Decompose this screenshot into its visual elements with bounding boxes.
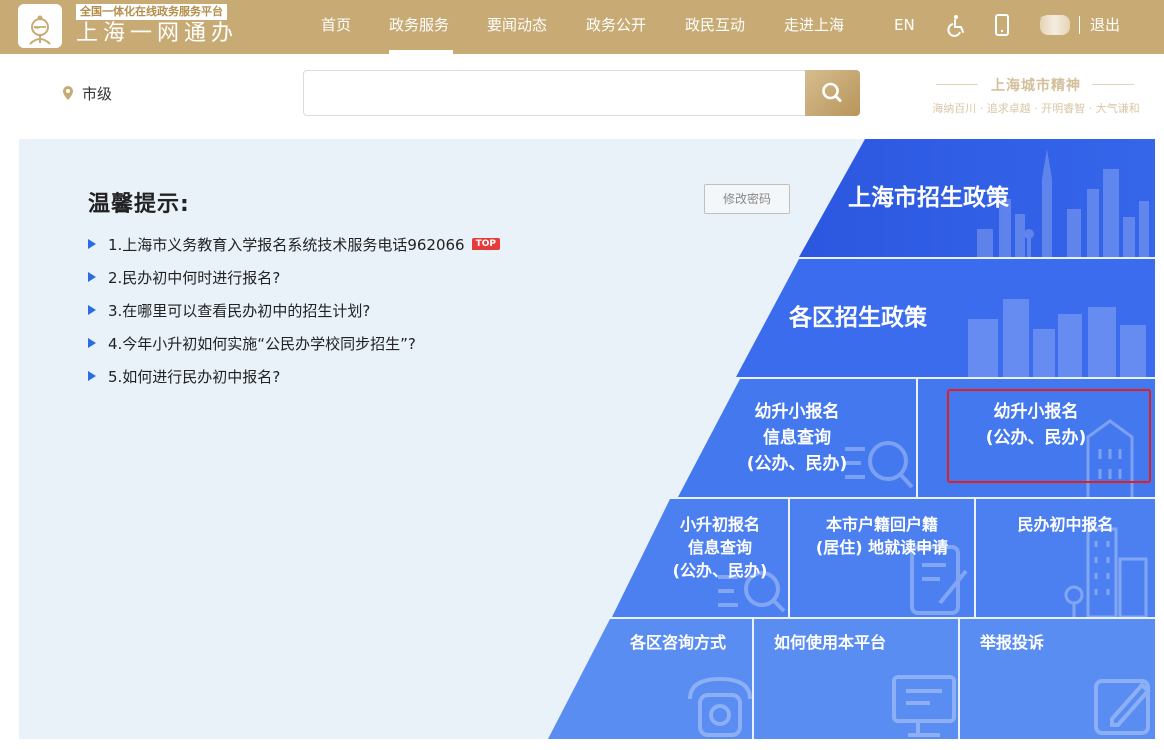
nav-news[interactable]: 要闻动态 — [487, 14, 547, 36]
tile-line1: 幼升小报名 — [754, 402, 840, 422]
tile-line2: 信息查询 — [687, 538, 752, 557]
bullet-triangle-icon — [88, 272, 96, 282]
nav-gov-services[interactable]: 政务服务 — [389, 14, 449, 36]
bullet-triangle-icon — [88, 371, 96, 381]
tile-line1: 本市户籍回户籍 — [825, 515, 938, 534]
tile-line3: (公办、民办) — [746, 454, 848, 474]
top-header: 全国一体化在线政务服务平台 上海一网通办 首页 政务服务 要闻动态 政务公开 政… — [0, 0, 1164, 54]
tip-text: 2.民办初中何时进行报名? — [108, 268, 281, 287]
nav-about-shanghai[interactable]: 走进上海 — [784, 14, 844, 36]
search-button[interactable] — [805, 70, 860, 116]
tile-line1: 小升初报名 — [679, 515, 760, 534]
tile-hukou-application[interactable]: 本市户籍回户籍 (居住) 地就读申请 — [790, 499, 974, 617]
logout-link[interactable]: 退出 — [1090, 14, 1120, 36]
tip-item[interactable]: 3.在哪里可以查看民办初中的招生计划? — [88, 299, 370, 321]
mobile-icon[interactable] — [990, 13, 1014, 37]
tile-line1: 幼升小报名 — [993, 402, 1079, 422]
tile-city-admission-policy[interactable]: 上海市招生政策 — [737, 139, 1155, 257]
nav-active-indicator — [389, 50, 453, 54]
tip-text: 3.在哪里可以查看民办初中的招生计划? — [108, 301, 371, 320]
platform-tag: 全国一体化在线政务服务平台 — [76, 4, 227, 20]
tile-line3: (公办、民办) — [672, 561, 768, 580]
nav-gov-open[interactable]: 政务公开 — [586, 14, 646, 36]
logo-icon[interactable] — [18, 4, 62, 48]
bullet-triangle-icon — [88, 338, 96, 348]
tile-title: 各区咨询方式 — [629, 633, 726, 652]
tile-private-middle-register[interactable]: 民办初中报名 — [976, 499, 1155, 617]
tile-report-complaint[interactable]: 举报投诉 — [960, 619, 1155, 739]
tip-text: 5.如何进行民办初中报名? — [108, 367, 281, 386]
tile-kg-to-primary-query[interactable]: 幼升小报名 信息查询 (公办、民办) — [620, 379, 916, 497]
top-badge: TOP — [471, 238, 500, 250]
city-spirit-slogan: 海纳百川 · 追求卓越 · 开明睿智 · 大气谦和 — [932, 102, 1140, 115]
tile-kg-to-primary-register[interactable]: 幼升小报名 (公办、民办) — [918, 379, 1155, 497]
region-label: 市级 — [82, 84, 113, 103]
tile-title: 如何使用本平台 — [773, 633, 886, 652]
tip-item[interactable]: 5.如何进行民办初中报名? — [88, 365, 280, 387]
bullet-triangle-icon — [88, 239, 96, 249]
tile-line2: 信息查询 — [763, 428, 831, 448]
tip-text: 1.上海市义务教育入学报名系统技术服务电话962066 — [108, 235, 465, 254]
nav-interaction[interactable]: 政民互动 — [685, 14, 745, 36]
tile-district-contact[interactable]: 各区咨询方式 — [548, 619, 752, 739]
tip-item[interactable]: 2.民办初中何时进行报名? — [88, 266, 280, 288]
tip-text: 4.今年小升初如何实施“公民办学校同步招生”? — [108, 334, 416, 353]
tile-title: 民办初中报名 — [1017, 515, 1114, 534]
bullet-triangle-icon — [88, 305, 96, 315]
city-spirit-title: 上海城市精神 — [991, 78, 1081, 94]
tile-title: 举报投诉 — [979, 633, 1044, 652]
tip-item[interactable]: 4.今年小升初如何实施“公民办学校同步招生”? — [88, 332, 416, 354]
region-selector[interactable]: 市级 — [62, 82, 112, 104]
tips-title: 温馨提示: — [88, 192, 190, 217]
tip-item[interactable]: 1.上海市义务教育入学报名系统技术服务电话962066 TOP — [88, 233, 500, 255]
divider — [1079, 16, 1080, 34]
tile-line2: (公办、民办) — [985, 428, 1087, 448]
site-name[interactable]: 上海一网通办 — [76, 20, 238, 48]
tile-how-to-use[interactable]: 如何使用本平台 — [754, 619, 958, 739]
tile-primary-to-middle-query[interactable]: 小升初报名 信息查询 (公办、民办) — [612, 499, 788, 617]
avatar[interactable] — [1040, 15, 1070, 35]
tile-title: 上海市招生政策 — [848, 185, 1009, 211]
language-toggle[interactable]: EN — [894, 14, 915, 36]
tile-district-admission-policy[interactable]: 各区招生政策 — [678, 259, 1155, 377]
search-input[interactable] — [303, 70, 805, 116]
tile-title: 各区招生政策 — [789, 305, 927, 331]
tile-line2: (居住) 地就读申请 — [815, 538, 949, 557]
accessibility-icon[interactable] — [944, 13, 968, 37]
search-icon — [822, 82, 842, 102]
location-pin-icon — [63, 86, 73, 100]
nav-home[interactable]: 首页 — [321, 14, 351, 36]
